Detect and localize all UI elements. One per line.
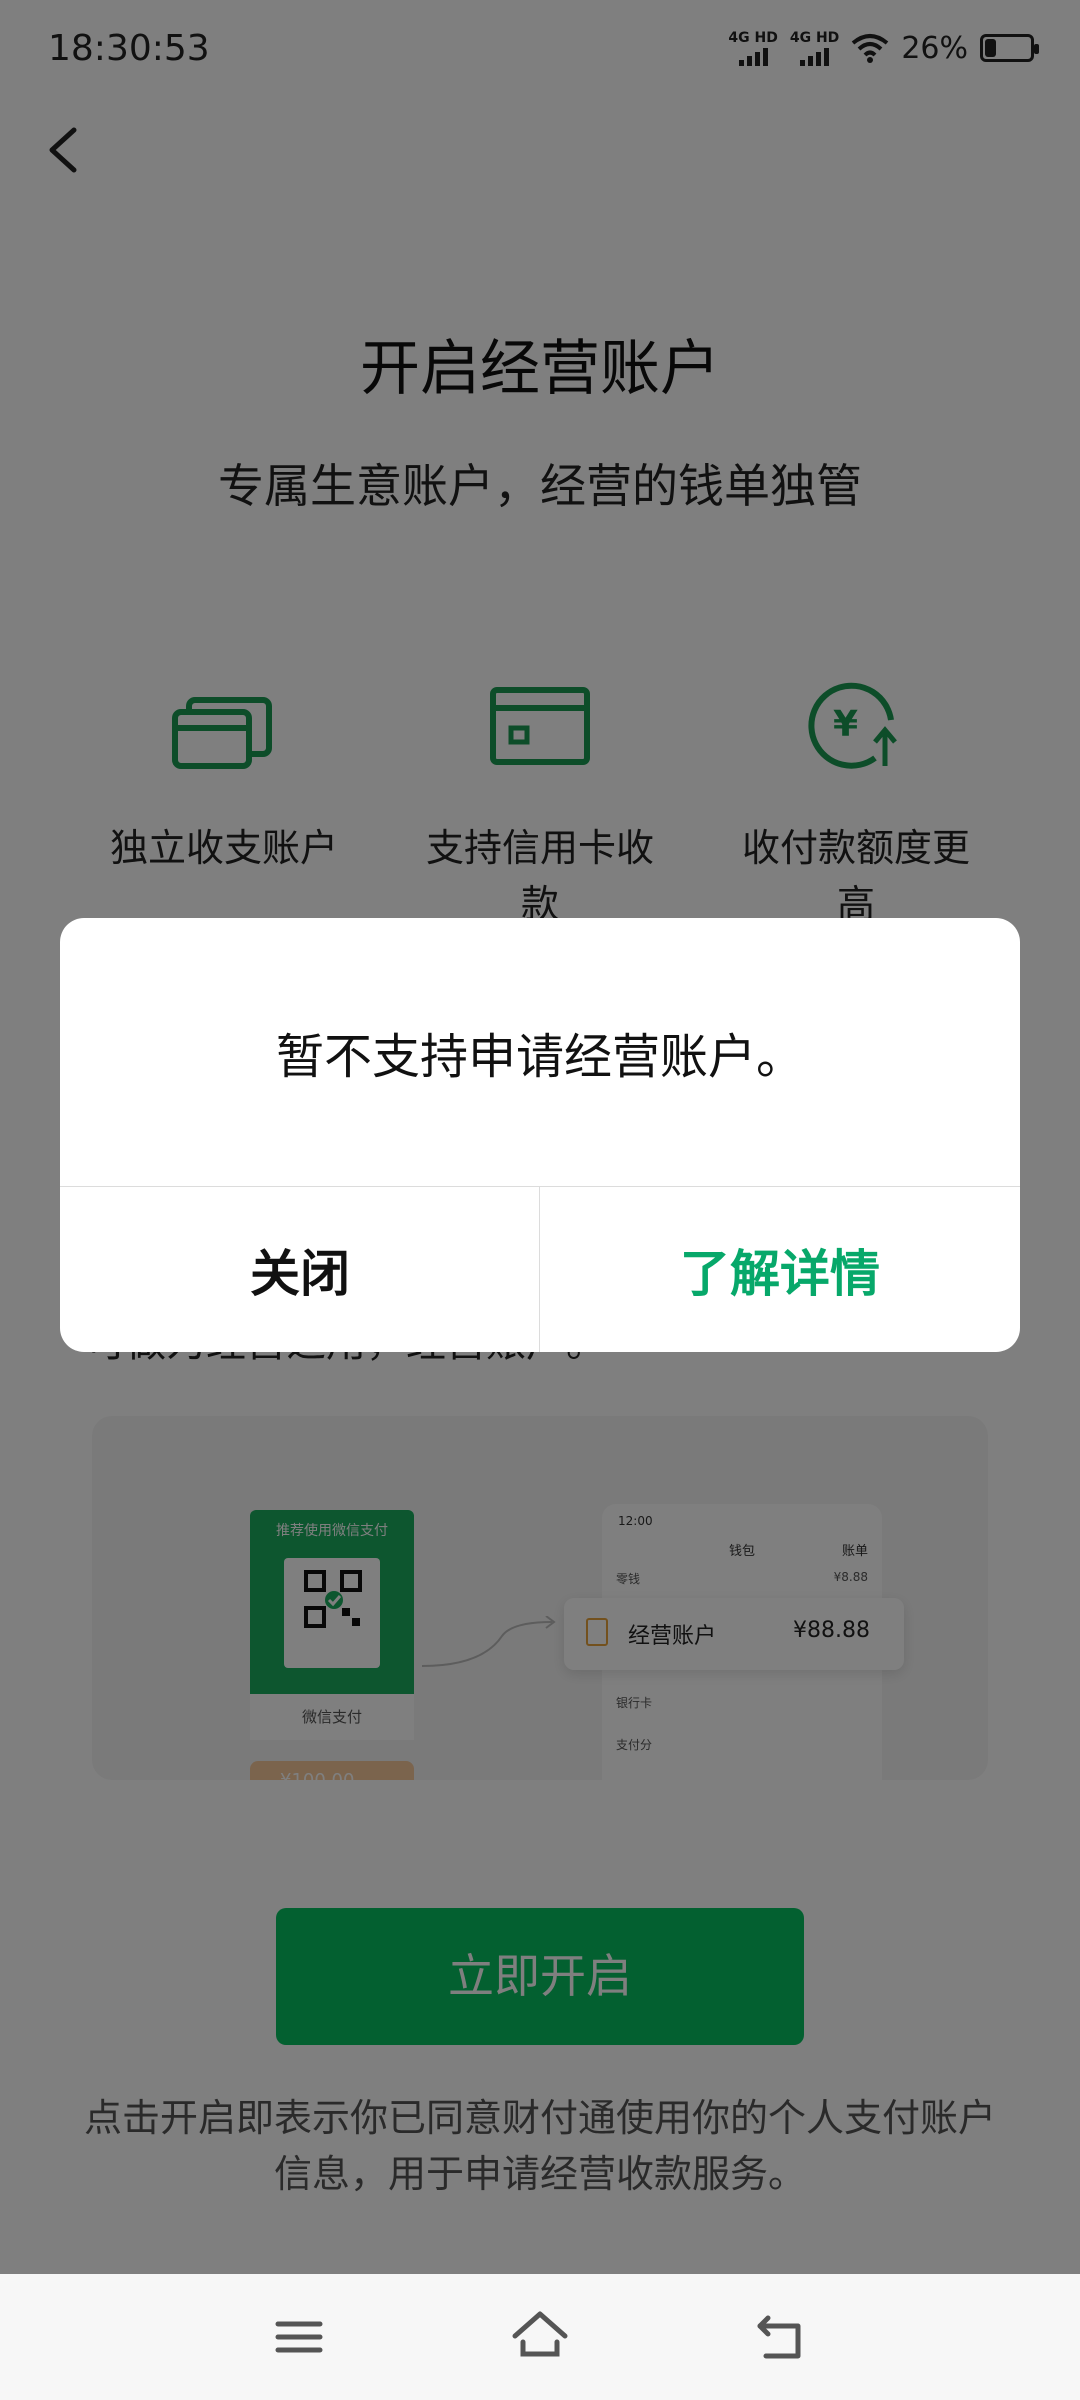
back-arrow-icon[interactable] bbox=[746, 2302, 816, 2372]
alert-dialog: 暂不支持申请经营账户。 关闭 了解详情 bbox=[60, 918, 1020, 1352]
menu-icon[interactable] bbox=[264, 2302, 334, 2372]
dialog-message: 暂不支持申请经营账户。 bbox=[275, 1029, 804, 1085]
close-button[interactable]: 关闭 bbox=[60, 1187, 540, 1352]
navigation-bar bbox=[0, 2274, 1080, 2400]
learn-more-button[interactable]: 了解详情 bbox=[540, 1187, 1020, 1352]
home-icon[interactable] bbox=[505, 2302, 575, 2372]
